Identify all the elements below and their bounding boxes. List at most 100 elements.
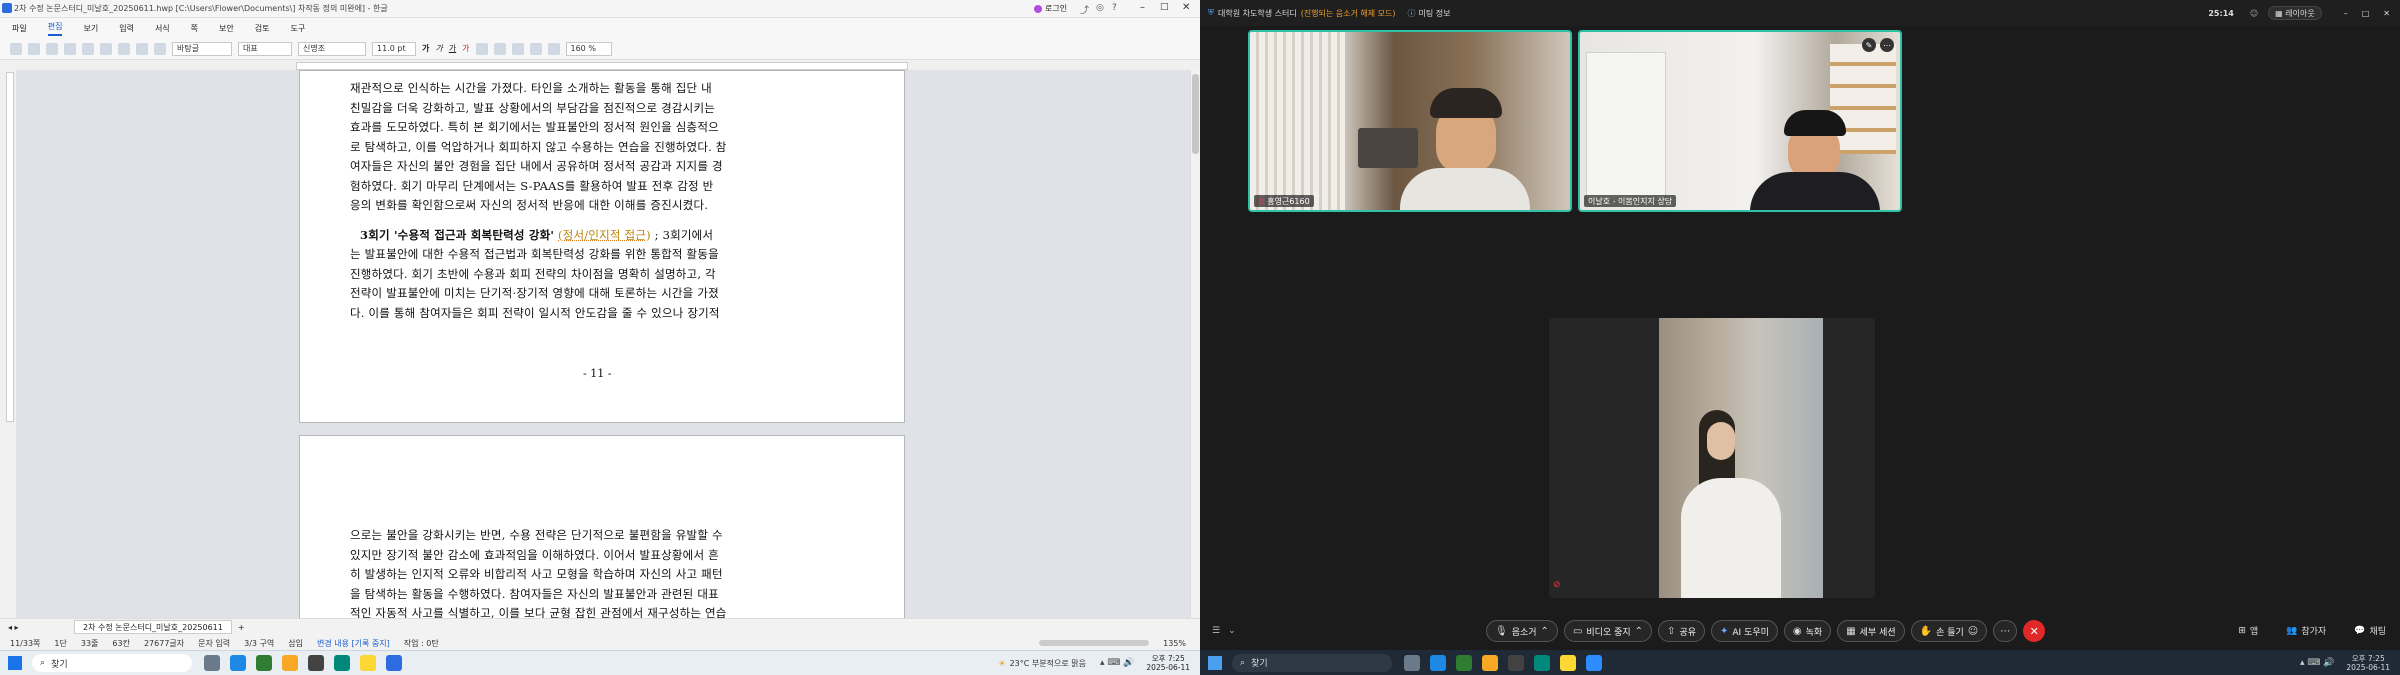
taskbar-search[interactable]: ⌕ 찾기 [32, 654, 192, 672]
font-select[interactable]: 신명조 [298, 41, 366, 56]
close-button[interactable]: ✕ [1182, 2, 1190, 13]
vertical-ruler[interactable] [6, 72, 14, 422]
bold-icon[interactable]: 가 [422, 43, 429, 54]
video-tile-participant-1[interactable]: ⊘ 홍영근6160 [1248, 30, 1572, 212]
status-insert[interactable]: 삽입 [288, 638, 303, 649]
video-tile-participant-3[interactable]: ⊘ [1549, 318, 1875, 598]
participants-button[interactable]: 👥 참가자 [2286, 624, 2326, 638]
edge-icon[interactable] [230, 655, 246, 671]
new-doc-icon[interactable] [10, 42, 22, 55]
menu-review[interactable]: 검토 [255, 23, 270, 34]
ai-assistant-button[interactable]: ✦ AI 도우미 [1711, 620, 1778, 642]
tab-nav-arrows[interactable]: ◂ ▸ [8, 623, 68, 632]
hwp-taskbar-icon[interactable] [386, 655, 402, 671]
stop-video-button[interactable]: ▭ 비디오 중지 ⌃ [1563, 620, 1653, 642]
lang-select[interactable]: 대표 [238, 41, 292, 56]
maximize-button[interactable]: □ [2362, 9, 2370, 18]
app-icon[interactable] [334, 655, 350, 671]
app-icon[interactable] [1508, 654, 1524, 671]
menu-page[interactable]: 쪽 [191, 23, 198, 34]
breakout-button[interactable]: ▦ 세부 세션 [1837, 620, 1905, 642]
pin-icon[interactable]: ◎ [1096, 3, 1104, 13]
mute-button[interactable]: 🎙 음소거 ⌃ [1486, 620, 1558, 642]
taskview-icon[interactable] [1404, 654, 1420, 671]
end-meeting-button[interactable]: ✕ [2023, 620, 2046, 642]
line-spacing-icon[interactable] [547, 42, 560, 55]
share-button[interactable]: ⇧ 공유 [1658, 620, 1705, 642]
font-color-icon[interactable]: 가 [462, 43, 469, 54]
menu-tools[interactable]: 도구 [291, 23, 306, 34]
add-tab-icon[interactable]: + [238, 623, 245, 632]
redo-icon[interactable] [118, 42, 130, 55]
kakao-icon[interactable] [360, 655, 376, 671]
minimize-button[interactable]: – [1140, 2, 1145, 13]
document-area[interactable]: 재관적으로 인식하는 시간을 가졌다. 타인을 소개하는 활동을 통해 집단 내… [16, 70, 1196, 618]
layout-button[interactable]: ▦ 레이아웃 [2268, 6, 2322, 20]
taskview-icon[interactable] [204, 655, 220, 671]
clock[interactable]: 오후 7:25 2025-06-11 [1146, 654, 1190, 672]
menu-format[interactable]: 서식 [155, 23, 170, 34]
align-left-icon[interactable] [493, 42, 506, 55]
menu-security[interactable]: 보안 [219, 23, 234, 34]
caption-icon[interactable]: ☰ [1212, 626, 1220, 636]
horizontal-ruler[interactable] [296, 62, 908, 70]
app-icon[interactable] [1534, 654, 1550, 671]
doc-tab[interactable]: 2차 수정 논문스터디_미날호_20250611 [74, 620, 232, 634]
menu-insert[interactable]: 입력 [119, 23, 134, 34]
windows-start-icon[interactable] [8, 656, 22, 670]
explorer-icon[interactable] [282, 655, 298, 671]
style-select[interactable]: 바탕글 [172, 41, 232, 56]
status-track-changes[interactable]: 변경 내용 [기록 중지] [317, 638, 390, 649]
weather-widget[interactable]: ☀ 23°C 부분적으로 맑음 [998, 658, 1086, 669]
more-button[interactable]: ⋯ [1993, 620, 2018, 642]
kakao-icon[interactable] [1560, 654, 1576, 671]
share-icon[interactable]: ⤴ [1080, 3, 1089, 16]
menu-view[interactable]: 보기 [83, 23, 98, 34]
zoom-taskbar-icon[interactable] [1586, 654, 1602, 671]
app-icon[interactable] [308, 655, 324, 671]
menu-file[interactable]: 파일 [12, 23, 27, 34]
save-icon[interactable] [46, 42, 58, 55]
print-icon[interactable] [64, 42, 76, 55]
scroll-thumb[interactable] [1192, 74, 1199, 154]
chat-button[interactable]: 💬 채팅 [2354, 624, 2386, 638]
reaction-icon[interactable]: ☺ [2250, 9, 2258, 18]
app-icon[interactable] [256, 655, 272, 671]
vertical-scrollbar[interactable] [1190, 70, 1200, 618]
chevron-down-icon[interactable]: ⌄ [1228, 626, 1236, 636]
open-icon[interactable] [28, 42, 40, 55]
login-button[interactable]: 로그인 [1034, 3, 1067, 14]
close-button[interactable]: ✕ [2383, 9, 2390, 18]
menu-edit[interactable]: 편집 [47, 21, 63, 36]
help-icon[interactable]: ? [1112, 3, 1117, 13]
font-size-input[interactable]: 11.0 pt [372, 41, 416, 56]
record-button[interactable]: ◉ 녹화 [1783, 620, 1832, 642]
apps-button[interactable]: ⊞ 앱 [2238, 624, 2258, 638]
taskbar-search[interactable]: ⌕ 찾기 [1232, 653, 1392, 672]
edge-icon[interactable] [1430, 654, 1446, 671]
zoom-input[interactable]: 160 % [565, 41, 612, 56]
minimize-button[interactable]: – [2344, 9, 2348, 18]
underline-icon[interactable]: 가 [449, 43, 456, 54]
mic-icon[interactable]: ✎ [1862, 38, 1876, 52]
italic-icon[interactable]: 가 [435, 43, 442, 54]
more-options-icon[interactable]: ⋯ [1880, 38, 1894, 52]
explorer-icon[interactable] [1482, 654, 1498, 671]
tray-icons[interactable]: ▴ ⌨ 🔊 [2300, 658, 2334, 668]
clock[interactable]: 오후 7:25 2025-06-11 [2346, 654, 2390, 672]
paste-icon[interactable] [154, 42, 166, 55]
align-right-icon[interactable] [529, 42, 542, 55]
maximize-button[interactable]: □ [1160, 2, 1169, 12]
info-icon[interactable]: ⓘ [1408, 8, 1416, 19]
app-icon[interactable] [1456, 654, 1472, 671]
preview-icon[interactable] [82, 42, 94, 55]
zoom-slider[interactable] [1039, 640, 1150, 646]
raise-hand-button[interactable]: ✋ 손 들기 ☺ [1910, 620, 1988, 642]
windows-start-icon[interactable] [1208, 655, 1222, 670]
meeting-info-link[interactable]: 미팅 정보 [1419, 8, 1451, 19]
video-tile-participant-2[interactable]: ⋯ ✎ 이날호 - 이봄인지지 상담 [1578, 30, 1902, 212]
align-center-icon[interactable] [511, 42, 524, 55]
undo-icon[interactable] [100, 42, 112, 55]
cut-icon[interactable] [136, 42, 148, 55]
tray-icons[interactable]: ▴ ⌨ 🔊 [1100, 658, 1134, 668]
